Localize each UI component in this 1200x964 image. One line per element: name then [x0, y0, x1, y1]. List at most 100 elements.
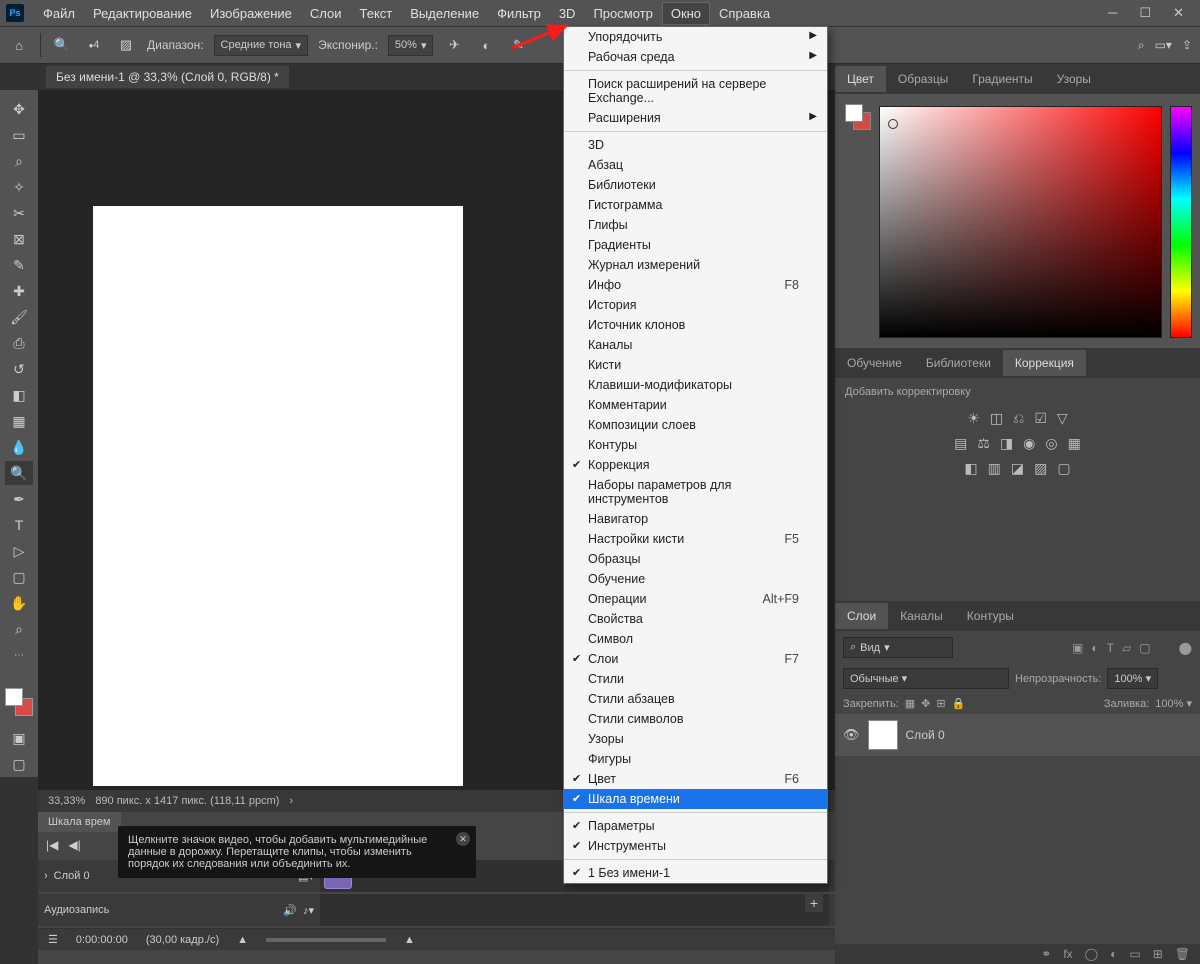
- bw-icon[interactable]: ◉: [1023, 435, 1035, 452]
- airbrush-icon[interactable]: ✈: [443, 34, 465, 56]
- eyedropper-tool[interactable]: ✎: [5, 253, 33, 277]
- levels-icon[interactable]: ◫: [990, 410, 1003, 427]
- filter-adjust-icon[interactable]: ◐: [1091, 641, 1098, 655]
- menuitem-клавиши-модификаторы[interactable]: Клавиши-модификаторы: [564, 375, 827, 395]
- mask-icon[interactable]: ◯: [1085, 947, 1098, 961]
- home-icon[interactable]: ⌂: [8, 34, 30, 56]
- move-tool[interactable]: ✥: [5, 97, 33, 121]
- menuitem-стили-символов[interactable]: Стили символов: [564, 709, 827, 729]
- zoom-in-icon[interactable]: ▲: [404, 934, 415, 946]
- tab-каналы[interactable]: Каналы: [888, 603, 955, 629]
- filter-toggle-icon[interactable]: ⬤: [1179, 641, 1192, 655]
- menuitem-узоры[interactable]: Узоры: [564, 729, 827, 749]
- exposure-icon[interactable]: ☑: [1034, 410, 1047, 427]
- menuitem-коррекция[interactable]: ✔Коррекция: [564, 455, 827, 475]
- menuitem-журнал-измерений[interactable]: Журнал измерений: [564, 255, 827, 275]
- zoom-tool[interactable]: ⌕: [5, 617, 33, 641]
- menuitem-1-без-имени-1[interactable]: ✔1 Без имени-1: [564, 863, 827, 883]
- speaker-icon[interactable]: 🔊: [283, 904, 297, 917]
- menuitem-операции[interactable]: ОперацииAlt+F9: [564, 589, 827, 609]
- menuitem-навигатор[interactable]: Навигатор: [564, 509, 827, 529]
- menuitem-рабочая-среда[interactable]: Рабочая среда▶: [564, 47, 827, 67]
- hand-tool[interactable]: ✋: [5, 591, 33, 615]
- menuitem-наборы-параметров-для-инструментов[interactable]: Наборы параметров для инструментов: [564, 475, 827, 509]
- selcolor-icon[interactable]: ▢: [1057, 460, 1070, 477]
- exposure-dropdown[interactable]: 50% ▾: [388, 35, 434, 56]
- layer-item[interactable]: 👁 Слой 0: [835, 714, 1200, 756]
- color-chips[interactable]: [845, 104, 871, 130]
- lock-all-icon[interactable]: 🔒: [952, 697, 966, 710]
- chevron-right-icon[interactable]: ›: [289, 795, 293, 807]
- filter-type-icon[interactable]: T: [1107, 641, 1114, 655]
- close-icon[interactable]: ✕: [1173, 5, 1184, 21]
- menuitem-параметры[interactable]: ✔Параметры: [564, 816, 827, 836]
- posterize-icon[interactable]: ▥: [988, 460, 1001, 477]
- menu-фильтр[interactable]: Фильтр: [488, 2, 550, 25]
- document-canvas[interactable]: [93, 206, 463, 786]
- menuitem-контуры[interactable]: Контуры: [564, 435, 827, 455]
- history-brush-tool[interactable]: ↺: [5, 357, 33, 381]
- lock-artboard-icon[interactable]: ⊞: [936, 697, 945, 710]
- menuitem-3d[interactable]: 3D: [564, 135, 827, 155]
- first-frame-icon[interactable]: |◀: [46, 838, 58, 852]
- menuitem-история[interactable]: История: [564, 295, 827, 315]
- menuitem-фигуры[interactable]: Фигуры: [564, 749, 827, 769]
- photofilter-icon[interactable]: ◎: [1045, 435, 1057, 452]
- tab-цвет[interactable]: Цвет: [835, 66, 886, 92]
- tab-слои[interactable]: Слои: [835, 603, 888, 629]
- brush-preset-icon[interactable]: ▨: [115, 34, 137, 56]
- fill-value[interactable]: 100% ▾: [1155, 697, 1192, 710]
- filter-image-icon[interactable]: ▣: [1072, 641, 1083, 655]
- menuitem-свойства[interactable]: Свойства: [564, 609, 827, 629]
- gradient-tool[interactable]: ▦: [5, 409, 33, 433]
- pen-tool[interactable]: ✒: [5, 487, 33, 511]
- path-select-tool[interactable]: ▷: [5, 539, 33, 563]
- menuitem-стили[interactable]: Стили: [564, 669, 827, 689]
- menuitem-источник-клонов[interactable]: Источник клонов: [564, 315, 827, 335]
- menu-просмотр[interactable]: Просмотр: [584, 2, 661, 25]
- menuitem-глифы[interactable]: Глифы: [564, 215, 827, 235]
- menu-справка[interactable]: Справка: [710, 2, 779, 25]
- fps-display[interactable]: (30,00 кадр./с): [146, 934, 219, 946]
- layer-kind-filter[interactable]: ⌕ Вид ▾: [843, 637, 953, 658]
- fx-icon[interactable]: fx: [1063, 947, 1072, 961]
- filter-smart-icon[interactable]: ▢: [1139, 641, 1150, 655]
- time-display[interactable]: 0:00:00:00: [76, 934, 128, 946]
- menuitem-цвет[interactable]: ✔ЦветF6: [564, 769, 827, 789]
- dodge-tool[interactable]: 🔍: [5, 461, 33, 485]
- tab-коррекция[interactable]: Коррекция: [1003, 350, 1086, 376]
- heal-tool[interactable]: ✚: [5, 279, 33, 303]
- menuitem-расширения[interactable]: Расширения▶: [564, 108, 827, 128]
- note-icon[interactable]: ♪▾: [303, 904, 314, 917]
- frame-tool[interactable]: ⊠: [5, 227, 33, 251]
- edit-toolbar[interactable]: ⋯: [5, 643, 33, 667]
- tab-образцы[interactable]: Образцы: [886, 66, 960, 92]
- menuitem-обучение[interactable]: Обучение: [564, 569, 827, 589]
- menu-выделение[interactable]: Выделение: [401, 2, 488, 25]
- menuitem-упорядочить[interactable]: Упорядочить▶: [564, 27, 827, 47]
- vibrance-icon[interactable]: ▤: [954, 435, 967, 452]
- tab-обучение[interactable]: Обучение: [835, 350, 914, 376]
- marquee-tool[interactable]: ▭: [5, 123, 33, 147]
- document-tab[interactable]: Без имени-1 @ 33,3% (Слой 0, RGB/8) *: [46, 66, 289, 88]
- chevron-right-icon[interactable]: ›: [44, 870, 48, 882]
- timeline-tab[interactable]: Шкала врем: [38, 812, 121, 832]
- range-dropdown[interactable]: Средние тона ▾: [214, 35, 309, 56]
- share-icon[interactable]: ⇪: [1182, 38, 1192, 53]
- channelmix-icon[interactable]: ▦: [1068, 435, 1081, 452]
- protect-tones-icon[interactable]: ◐: [475, 34, 497, 56]
- visibility-icon[interactable]: 👁: [843, 727, 860, 743]
- brush-size-preview[interactable]: •4: [83, 34, 105, 56]
- invert-icon[interactable]: ◧: [964, 460, 977, 477]
- triangle-icon[interactable]: ▽: [1057, 410, 1068, 427]
- screenmode-icon[interactable]: ▢: [5, 752, 33, 776]
- menu-слои[interactable]: Слои: [301, 2, 351, 25]
- eraser-tool[interactable]: ◧: [5, 383, 33, 407]
- audio-track[interactable]: Аудиозапись🔊 ♪▾ +: [38, 894, 835, 926]
- menu-изображение[interactable]: Изображение: [201, 2, 301, 25]
- threshold-icon[interactable]: ◪: [1011, 460, 1024, 477]
- new-layer-icon[interactable]: ⊞: [1153, 947, 1163, 961]
- menuitem-кисти[interactable]: Кисти: [564, 355, 827, 375]
- menu-файл[interactable]: Файл: [34, 2, 84, 25]
- trash-icon[interactable]: 🗑: [1175, 947, 1190, 961]
